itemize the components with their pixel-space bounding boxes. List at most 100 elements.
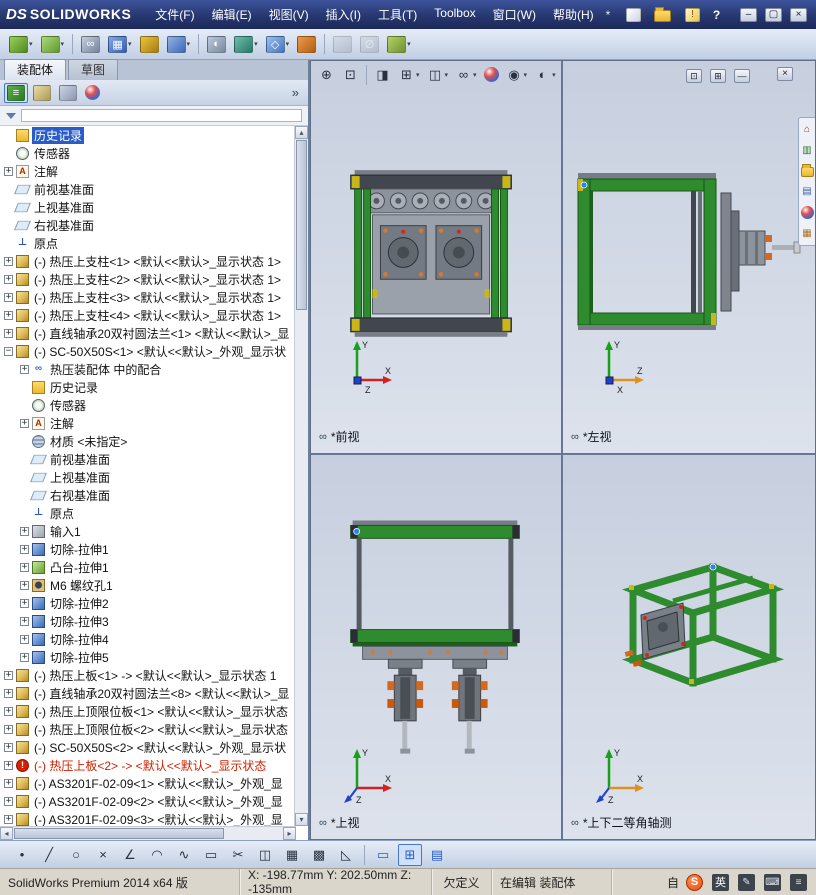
- expand-toggle[interactable]: +: [4, 274, 13, 284]
- expand-toggle[interactable]: +: [4, 688, 13, 698]
- tree-item[interactable]: + (-) 直线轴承20双衬圆法兰<1> <默认<<默认>_显: [0, 324, 295, 342]
- tree-item[interactable]: + 切除-拉伸1: [0, 540, 295, 558]
- print-alert-icon[interactable]: !: [682, 6, 703, 24]
- tree-vertical-scrollbar[interactable]: ▴ ▾: [294, 126, 308, 826]
- tree-item[interactable]: + (-) SC-50X50S<2> <默认<<默认>_外观_显示状: [0, 738, 295, 756]
- expand-toggle[interactable]: +: [4, 670, 13, 680]
- ime-keyboard-button[interactable]: ⌨: [761, 872, 784, 893]
- expand-toggle[interactable]: +: [4, 742, 13, 752]
- viewport-two-view-button[interactable]: ▤: [425, 844, 449, 866]
- open-document-button[interactable]: ▾: [651, 6, 679, 24]
- tree-item[interactable]: + (-) 热压上板<2> -> <默认<<默认>_显示状态: [0, 756, 295, 774]
- linear-sketch-pattern-button[interactable]: ▦: [280, 844, 304, 866]
- section-view-button[interactable]: ◨: [371, 64, 394, 85]
- expand-toggle[interactable]: +: [4, 796, 13, 806]
- new-motion-study-button[interactable]: [294, 34, 319, 55]
- displaymanager-tab[interactable]: [82, 83, 103, 102]
- show-hidden-components-button[interactable]: ◐: [204, 34, 229, 55]
- viewport-close-button[interactable]: ×: [777, 67, 793, 81]
- scroll-right-button[interactable]: ▸: [283, 827, 296, 840]
- view-palette-tab[interactable]: ▤: [800, 184, 815, 199]
- tree-item[interactable]: 传感器: [0, 396, 295, 414]
- custom-menu-label[interactable]: 自: [663, 874, 683, 891]
- interference-detection-button[interactable]: [330, 34, 355, 55]
- featuremanager-tab[interactable]: ≡: [4, 82, 28, 103]
- tree-item[interactable]: + 凸台-拉伸1: [0, 558, 295, 576]
- tree-item[interactable]: 材质 <未指定>: [0, 432, 295, 450]
- expand-toggle[interactable]: +: [4, 814, 13, 824]
- close-button[interactable]: ×: [787, 6, 810, 24]
- tree-item[interactable]: 上视基准面: [0, 198, 295, 216]
- filter-icon[interactable]: [6, 112, 16, 119]
- viewport-front[interactable]: Y X Z ∞ *前视: [311, 61, 563, 455]
- sketch-mirror-button[interactable]: ◫: [253, 844, 277, 866]
- expand-toggle[interactable]: +: [20, 634, 29, 644]
- scroll-left-button[interactable]: ◂: [0, 827, 13, 840]
- viewport-single-view-button[interactable]: ▭: [371, 844, 395, 866]
- task-pane-home-tab[interactable]: ⌂: [800, 122, 815, 137]
- custom-properties-tab[interactable]: ▦: [800, 226, 815, 241]
- measure-button[interactable]: ∅: [357, 34, 382, 55]
- expand-toggle[interactable]: +: [20, 652, 29, 662]
- zoom-area-button[interactable]: ⊡: [339, 64, 362, 85]
- tree-item[interactable]: 原点: [0, 234, 295, 252]
- tab-sketch[interactable]: 草图: [68, 59, 119, 80]
- menu-pin-icon[interactable]: *: [606, 8, 611, 22]
- expand-toggle[interactable]: +: [4, 166, 13, 176]
- expand-toggle[interactable]: +: [20, 544, 29, 554]
- tree-item[interactable]: 原点: [0, 504, 295, 522]
- tree-item[interactable]: + (-) 热压上支柱<2> <默认<<默认>_显示状态 1>: [0, 270, 295, 288]
- tree-item[interactable]: + (-) 热压上支柱<1> <默认<<默认>_显示状态 1>: [0, 252, 295, 270]
- menu-item[interactable]: 插入(I): [318, 3, 369, 26]
- view-orientation-button[interactable]: ⊞ ▾: [395, 64, 423, 85]
- menu-item[interactable]: 视图(V): [261, 3, 317, 26]
- expand-toggle[interactable]: +: [4, 292, 13, 302]
- menu-item[interactable]: Toolbox: [426, 3, 483, 26]
- tree-item[interactable]: + 切除-拉伸4: [0, 630, 295, 648]
- tree-item[interactable]: + (-) AS3201F-02-09<1> <默认<<默认>_外观_显: [0, 774, 295, 792]
- insert-components-button[interactable]: ▾: [6, 34, 36, 55]
- sketch-line-button[interactable]: ╱: [37, 844, 61, 866]
- viewport-top[interactable]: Y X Z ∞ *上视: [311, 455, 563, 839]
- menu-item[interactable]: 工具(T): [370, 3, 425, 26]
- propertymanager-tab[interactable]: [30, 83, 54, 103]
- sogou-input-icon[interactable]: S: [683, 872, 706, 893]
- exploded-view-button[interactable]: ▾: [384, 34, 414, 55]
- expand-toggle[interactable]: +: [4, 328, 13, 338]
- panel-expand-chevron[interactable]: »: [292, 85, 304, 100]
- horizontal-scroll-thumb[interactable]: [14, 828, 224, 839]
- expand-toggle[interactable]: +: [4, 760, 13, 770]
- tree-item[interactable]: 历史记录: [0, 126, 295, 144]
- expand-toggle[interactable]: +: [20, 616, 29, 626]
- appearances-tab[interactable]: [800, 205, 815, 220]
- tree-item[interactable]: + (-) 热压上支柱<4> <默认<<默认>_显示状态 1>: [0, 306, 295, 324]
- tree-item[interactable]: 右视基准面: [0, 486, 295, 504]
- tree-item[interactable]: 传感器: [0, 144, 295, 162]
- edit-appearance-button[interactable]: [481, 65, 502, 84]
- expand-toggle[interactable]: +: [20, 364, 29, 374]
- tree-item[interactable]: + (-) 热压上顶限位板<2> <默认<<默认>_显示状态: [0, 720, 295, 738]
- expand-toggle[interactable]: +: [4, 256, 13, 266]
- sketch-erase-button[interactable]: ×: [91, 844, 115, 866]
- sketch-arc-button[interactable]: ◠: [145, 844, 169, 866]
- sketch-spline-button[interactable]: ∿: [172, 844, 196, 866]
- sketch-grid-button[interactable]: ▩: [307, 844, 331, 866]
- scroll-up-button[interactable]: ▴: [295, 126, 308, 139]
- expand-toggle[interactable]: +: [20, 580, 29, 590]
- menu-item[interactable]: 文件(F): [147, 3, 202, 26]
- tab-assembly[interactable]: 装配体: [4, 59, 67, 80]
- assembly-features-button[interactable]: ▾: [231, 34, 261, 55]
- viewport-left[interactable]: Y Z X ∞ *左视: [563, 61, 815, 455]
- convert-entities-button[interactable]: ◺: [334, 844, 358, 866]
- sketch-rectangle-button[interactable]: ▭: [199, 844, 223, 866]
- tree-item[interactable]: + 注解: [0, 414, 295, 432]
- tree-item[interactable]: 前视基准面: [0, 450, 295, 468]
- ime-pen-button[interactable]: ✎: [735, 872, 758, 893]
- edit-component-button[interactable]: ▾: [38, 34, 68, 55]
- tree-item[interactable]: + 切除-拉伸3: [0, 612, 295, 630]
- expand-toggle[interactable]: +: [4, 724, 13, 734]
- tree-item[interactable]: + 切除-拉伸2: [0, 594, 295, 612]
- tree-item[interactable]: + (-) 直线轴承20双衬圆法兰<8> <默认<<默认>_显: [0, 684, 295, 702]
- file-explorer-tab[interactable]: [800, 164, 815, 178]
- tree-item[interactable]: 右视基准面: [0, 216, 295, 234]
